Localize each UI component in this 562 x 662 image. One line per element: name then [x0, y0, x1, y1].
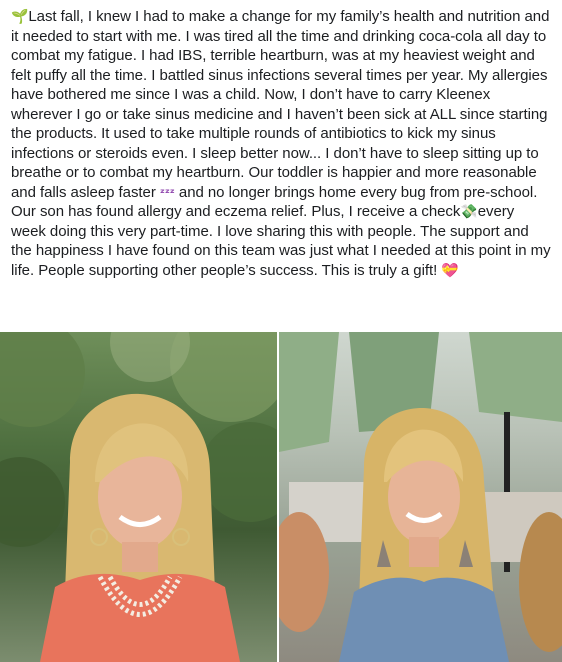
before-photo[interactable] — [0, 332, 277, 662]
seedling-icon: 🌱 — [11, 9, 29, 25]
after-photo[interactable] — [279, 332, 562, 662]
heart-gift-icon: 💝 — [441, 262, 459, 279]
after-photo-illustration — [279, 332, 562, 662]
before-photo-illustration — [0, 332, 277, 662]
post-text-part-1: Last fall, I knew I had to make a change… — [11, 8, 550, 201]
post-body: 🌱Last fall, I knew I had to make a chang… — [0, 0, 562, 280]
photo-collage[interactable] — [0, 332, 562, 662]
zzz-icon: ᶻᶻᶻ — [159, 185, 175, 200]
money-with-wings-icon: 💸 — [460, 204, 478, 220]
